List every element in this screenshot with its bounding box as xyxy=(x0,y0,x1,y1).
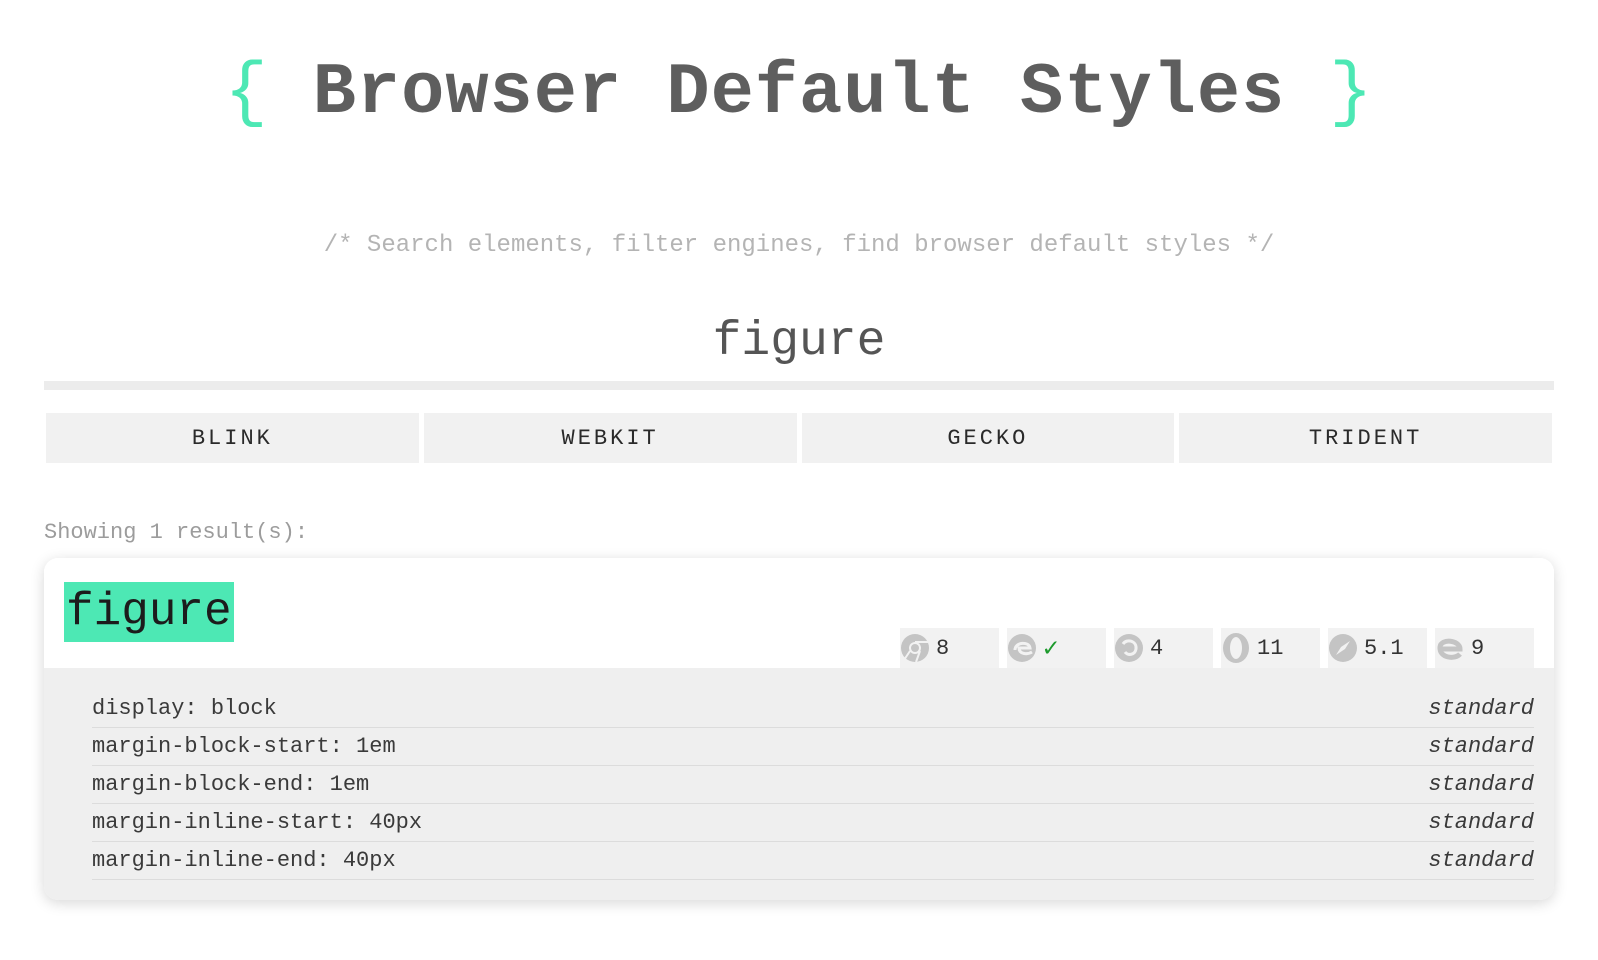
result-card-header: figure 8 ✓ 4 11 5.1 9 xyxy=(44,558,1554,668)
support-chrome: 8 xyxy=(900,628,999,668)
property-row: margin-inline-end: 40px standard xyxy=(92,842,1534,880)
chrome-icon xyxy=(900,632,930,664)
support-safari: 5.1 xyxy=(1328,628,1427,668)
property-status: standard xyxy=(1428,810,1534,835)
support-ie: 9 xyxy=(1435,628,1534,668)
property-row: margin-block-end: 1em standard xyxy=(92,766,1534,804)
ie-icon xyxy=(1435,632,1465,664)
engine-filters: BLINK WEBKIT GECKO TRIDENT xyxy=(46,413,1552,463)
tagline: /* Search elements, filter engines, find… xyxy=(323,232,1275,259)
page: { Browser Default Styles} /* Search eleme… xyxy=(0,0,1598,960)
support-firefox: 4 xyxy=(1114,628,1213,668)
property-status: standard xyxy=(1428,772,1534,797)
edge-icon xyxy=(1007,632,1037,664)
property-row: margin-inline-start: 40px standard xyxy=(92,804,1534,842)
support-chrome-version: 8 xyxy=(936,635,950,661)
support-opera: 11 xyxy=(1221,628,1320,668)
safari-icon xyxy=(1328,632,1358,664)
engine-filter-trident[interactable]: TRIDENT xyxy=(1179,413,1552,463)
support-edge: ✓ xyxy=(1007,628,1106,668)
browser-support: 8 ✓ 4 11 5.1 9 xyxy=(900,628,1534,668)
engine-filter-gecko[interactable]: GECKO xyxy=(801,413,1175,463)
property-declaration: margin-block-start: 1em xyxy=(92,734,396,759)
properties-list: display: block standard margin-block-sta… xyxy=(44,668,1554,900)
engine-filter-webkit[interactable]: WEBKIT xyxy=(423,413,797,463)
engine-filter-blink[interactable]: BLINK xyxy=(46,413,419,463)
support-edge-check: ✓ xyxy=(1043,633,1059,664)
result-card: figure 8 ✓ 4 11 5.1 9 display: block sta… xyxy=(44,558,1554,900)
property-row: margin-block-start: 1em standard xyxy=(92,728,1534,766)
support-firefox-version: 4 xyxy=(1150,635,1164,661)
property-declaration: display: block xyxy=(92,696,277,721)
brace-open: { xyxy=(224,52,269,134)
property-declaration: margin-inline-end: 40px xyxy=(92,848,396,873)
results-count: Showing 1 result(s): xyxy=(44,520,309,545)
element-name[interactable]: figure xyxy=(64,582,234,642)
support-safari-version: 5.1 xyxy=(1364,635,1404,661)
property-status: standard xyxy=(1428,734,1534,759)
title-text: Browser Default Styles xyxy=(312,52,1286,134)
firefox-icon xyxy=(1114,632,1144,664)
property-declaration: margin-inline-start: 40px xyxy=(92,810,423,835)
property-row: display: block standard xyxy=(92,690,1534,728)
search-bar xyxy=(44,300,1554,390)
property-status: standard xyxy=(1428,696,1534,721)
property-status: standard xyxy=(1428,848,1534,873)
opera-icon xyxy=(1221,632,1251,664)
property-declaration: margin-block-end: 1em xyxy=(92,772,370,797)
search-input[interactable] xyxy=(44,304,1554,380)
site-title: { Browser Default Styles} xyxy=(0,52,1598,134)
brace-close: } xyxy=(1329,52,1374,134)
support-opera-version: 11 xyxy=(1257,635,1284,661)
support-ie-version: 9 xyxy=(1471,635,1485,661)
